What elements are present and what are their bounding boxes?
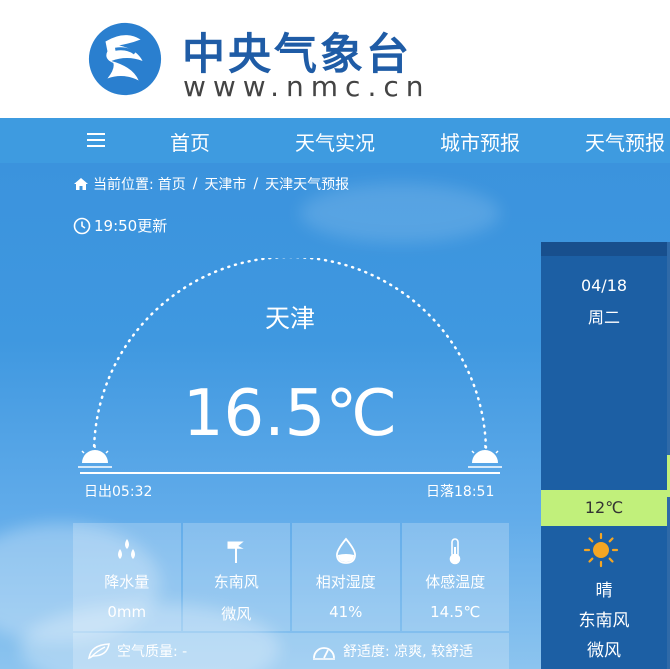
breadcrumb-prefix: 当前位置: (93, 177, 154, 193)
comfort-text: 舒适度: 凉爽, 较舒适 (343, 644, 474, 660)
feels-like-value: 14.5℃ (430, 603, 481, 621)
sunny-icon (583, 532, 619, 568)
precipitation-card: 降水量 0mm (73, 523, 181, 631)
thermometer-icon (449, 538, 461, 565)
clock-icon (73, 217, 91, 234)
precipitation-value: 0mm (107, 603, 147, 621)
wind-direction-label: 东南风 (213, 573, 259, 591)
nav-city-forecast[interactable]: 城市预报 (440, 127, 520, 156)
air-quality: 空气质量: - (87, 641, 187, 661)
air-quality-text: 空气质量: - (117, 644, 188, 660)
sunrise-time: 日出05:32 (84, 484, 153, 500)
site-url: www.nmc.cn (183, 70, 431, 103)
breadcrumb-home[interactable]: 首页 (158, 174, 186, 194)
forecast-wind-level: 微风 (587, 641, 621, 661)
comfort-index: 舒适度: 凉爽, 较舒适 (311, 641, 473, 661)
update-time: 19:50更新 (73, 215, 167, 236)
air-comfort-bar: 空气质量: - 舒适度: 凉爽, 较舒适 (73, 633, 509, 669)
humidity-card: 相对湿度 41% (292, 523, 400, 631)
breadcrumb: 当前位置: 首页 / 天津市 / 天津天气预报 (73, 174, 349, 194)
main-navbar: 首页 天气实况 城市预报 天气预报 (0, 118, 670, 163)
nav-home[interactable]: 首页 (170, 127, 210, 156)
nmc-logo-icon[interactable] (86, 20, 164, 98)
nav-weather-forecast[interactable]: 天气预报 (585, 127, 665, 156)
sunrise-icon (78, 445, 112, 468)
wind-card: 东南风 微风 (182, 523, 290, 631)
forecast-wind-direction: 东南风 (578, 611, 630, 631)
forecast-condition: 晴 (595, 581, 613, 601)
menu-icon[interactable] (87, 133, 105, 147)
forecast-weekday: 周二 (587, 308, 620, 327)
nav-weather-observation[interactable]: 天气实况 (295, 127, 375, 156)
leaf-icon (88, 643, 110, 660)
wind-level-value: 微风 (221, 605, 252, 623)
wind-vane-icon (227, 541, 244, 563)
forecast-date: 04/18 (580, 276, 628, 295)
city-name: 天津 (264, 304, 315, 333)
sunset-time: 日落18:51 (426, 484, 495, 500)
breadcrumb-separator: / (253, 176, 259, 192)
forecast-day-column[interactable]: 04/18 周二 12℃ 晴 东南风 微风 (541, 242, 667, 669)
feels-like-label: 体感温度 (425, 573, 486, 591)
feels-like-card: 体感温度 14.5℃ (401, 523, 509, 631)
humidity-label: 相对湿度 (315, 573, 376, 591)
raindrops-icon (117, 539, 135, 559)
site-header: 中央气象台 www.nmc.cn (0, 0, 670, 118)
humidity-drop-icon (335, 537, 356, 564)
current-temperature: 16.5℃ (182, 377, 398, 451)
breadcrumb-current[interactable]: 天津天气预报 (265, 174, 349, 194)
precipitation-label: 降水量 (104, 573, 150, 591)
weather-detail-cards: 降水量 0mm 东南风 微风 相对湿度 41% 体感温度 14.5℃ (73, 523, 509, 631)
humidity-value: 41% (329, 603, 363, 621)
forecast-temperature: 12℃ (541, 490, 667, 526)
update-time-text: 19:50更新 (94, 217, 168, 235)
breadcrumb-separator: / (192, 176, 198, 192)
breadcrumb-city[interactable]: 天津市 (204, 174, 246, 194)
home-icon (74, 178, 88, 190)
gauge-icon (313, 647, 335, 660)
